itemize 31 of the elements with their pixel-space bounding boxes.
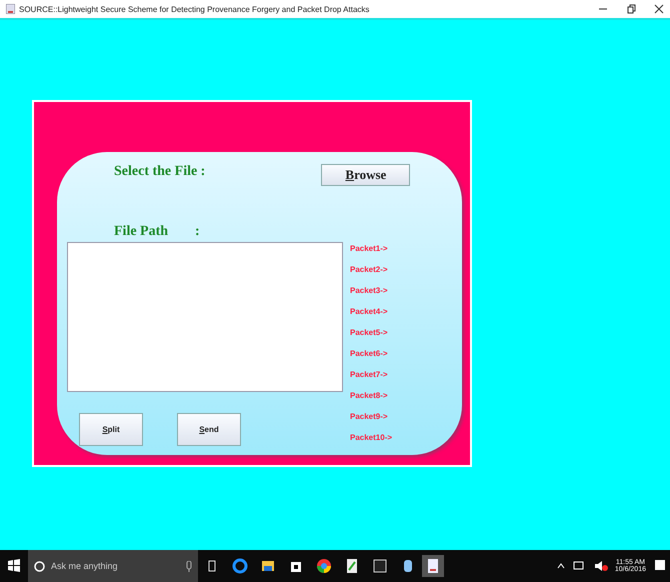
packet-label: Packet4-> (350, 306, 389, 318)
close-icon[interactable] (654, 4, 664, 14)
select-file-label: Select the File : (114, 164, 206, 180)
window-title: SOURCE::Lightweight Secure Scheme for Detecting Provenance Forgery and Packet Drop Attacks (19, 4, 370, 14)
packet-label: Packet10-> (350, 432, 392, 444)
volume-icon[interactable] (592, 558, 609, 574)
windows-icon[interactable] (6, 558, 22, 574)
cortana-icon (34, 560, 45, 572)
file-path-field[interactable] (67, 242, 343, 392)
colon-label: : (195, 224, 200, 240)
packet-label: Packet7-> (350, 369, 389, 381)
packet-label: Packet5-> (350, 327, 389, 339)
terminal-icon[interactable] (372, 558, 388, 574)
packet-label: Packet3-> (350, 285, 389, 297)
browse-button[interactable]: Browse (321, 164, 410, 186)
split-button[interactable]: Split (79, 413, 143, 446)
browser-icon[interactable] (232, 558, 248, 574)
packet-label: Packet2-> (350, 264, 389, 276)
packet-label: Packet6-> (350, 348, 389, 360)
send-button[interactable]: Send (177, 413, 241, 446)
packet-label: Packet8-> (350, 390, 389, 402)
folder-icon[interactable] (260, 558, 276, 574)
chrome-icon[interactable] (316, 558, 332, 574)
search-field[interactable]: Ask me anything (28, 550, 198, 582)
packet-label: Packet9-> (350, 411, 389, 423)
file-path-label: File Path (114, 224, 168, 240)
packet-label: Packet1-> (350, 243, 389, 255)
restore-icon[interactable] (626, 4, 636, 14)
notepad-icon[interactable] (344, 558, 360, 574)
caret-icon[interactable] (556, 563, 565, 569)
microphone-icon (186, 560, 192, 572)
